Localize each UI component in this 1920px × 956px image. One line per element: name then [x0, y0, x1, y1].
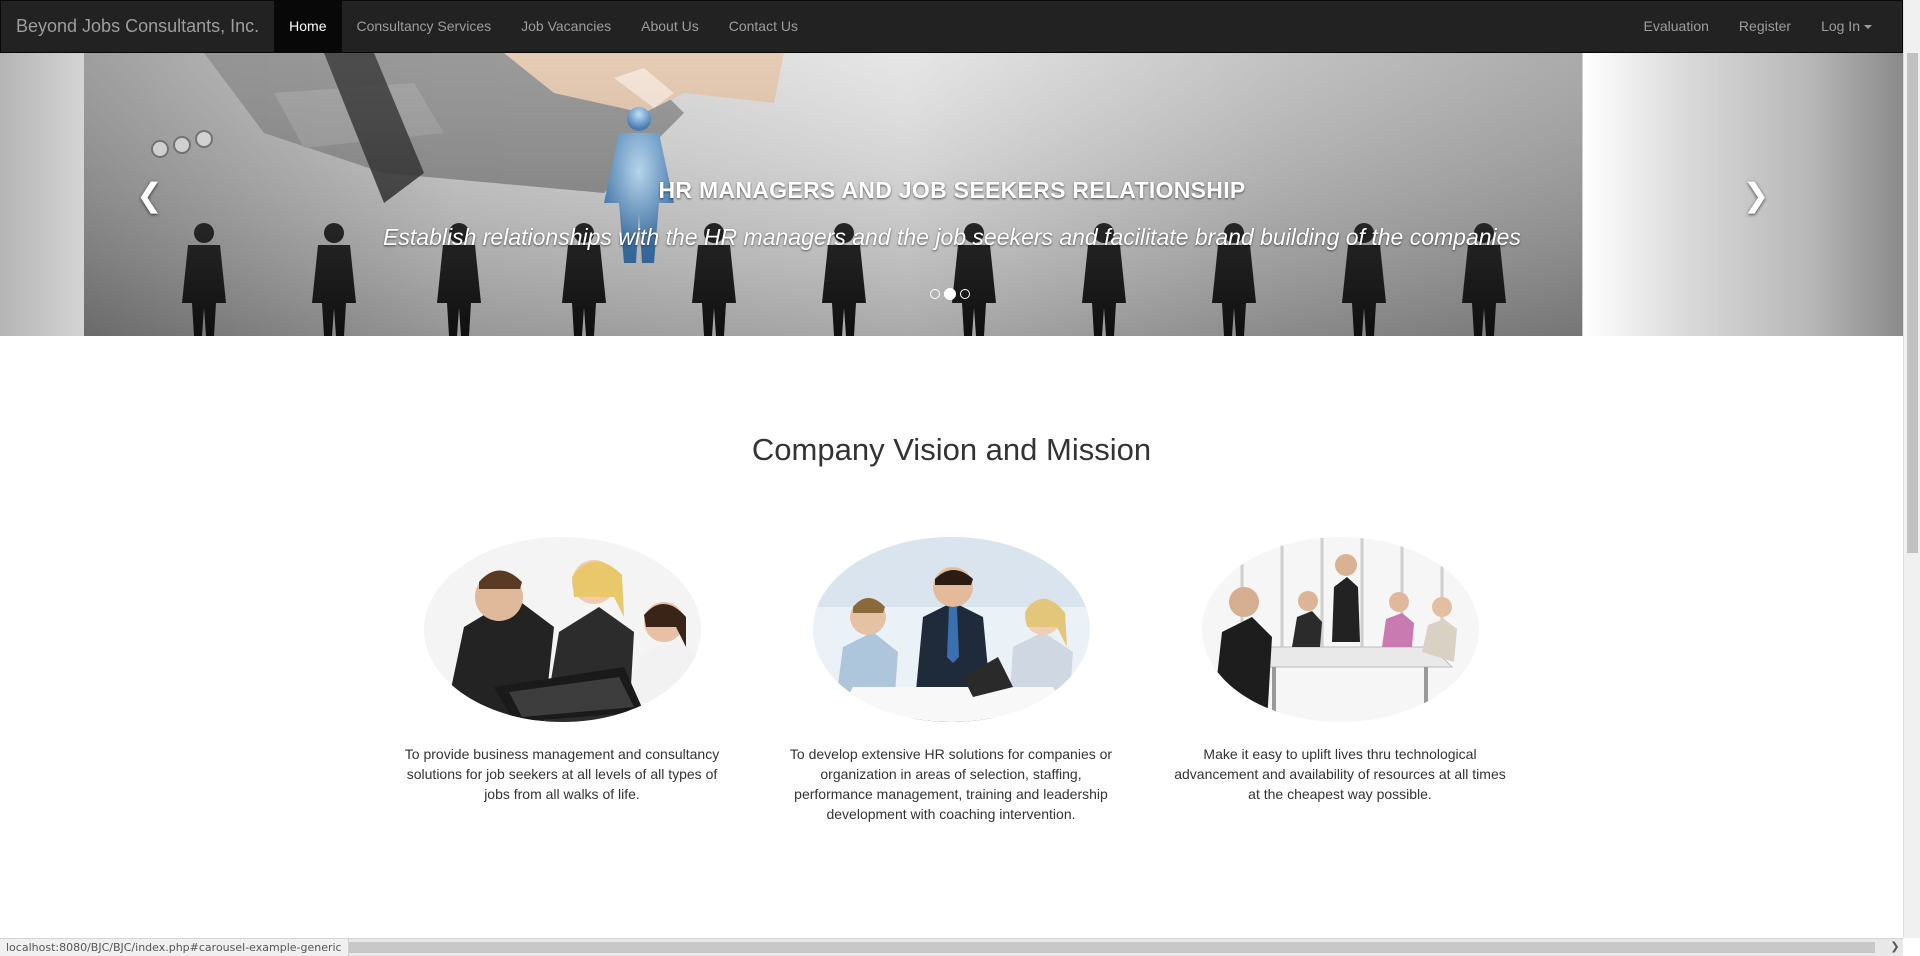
mission-text-3: Make it easy to uplift lives thru techno… — [1174, 746, 1506, 802]
carousel-next-button[interactable]: ❯ — [1696, 53, 1816, 336]
vertical-scrollbar-thumb[interactable] — [1907, 53, 1918, 553]
carousel-caption: HR MANAGERS AND JOB SEEKERS RELATIONSHIP… — [300, 177, 1604, 250]
browser-viewport: Beyond Jobs Consultants, Inc. Home Consu… — [0, 0, 1920, 956]
mission-column-2: To develop extensive HR solutions for co… — [771, 537, 1131, 824]
vertical-scrollbar[interactable] — [1903, 0, 1920, 938]
login-label: Log In — [1821, 18, 1860, 34]
mission-text-1: To provide business management and consu… — [404, 746, 720, 802]
caret-down-icon — [1864, 25, 1872, 30]
account-nav: Evaluation Register Log In — [1629, 1, 1902, 52]
horizontal-scrollbar-thumb[interactable] — [335, 942, 1875, 953]
team-laptop-photo — [423, 537, 701, 722]
page: Beyond Jobs Consultants, Inc. Home Consu… — [0, 0, 1903, 938]
nav-login-dropdown[interactable]: Log In — [1806, 1, 1887, 52]
nav-register[interactable]: Register — [1724, 1, 1806, 52]
browser-status-bar: ❮ ❯ localhost:8080/BJC/BJC/index.php#car… — [0, 938, 1903, 956]
nav-job-vacancies[interactable]: Job Vacancies — [506, 1, 626, 52]
nav-about-us[interactable]: About Us — [626, 1, 714, 52]
carousel-indicators — [930, 288, 970, 300]
mission-text-2: To develop extensive HR solutions for co… — [789, 746, 1113, 822]
mission-column-1: To provide business management and consu… — [382, 537, 742, 804]
status-url: localhost:8080/BJC/BJC/index.php#carouse… — [0, 939, 349, 956]
carousel-caption-heading: HR MANAGERS AND JOB SEEKERS RELATIONSHIP — [658, 177, 1246, 203]
nav-contact-us[interactable]: Contact Us — [714, 1, 813, 52]
chevron-left-icon: ❮ — [136, 176, 163, 213]
top-navbar: Beyond Jobs Consultants, Inc. Home Consu… — [0, 0, 1903, 53]
conference-room-photo — [1201, 537, 1479, 722]
mission-column-3: Make it easy to uplift lives thru techno… — [1160, 537, 1520, 804]
carousel-indicator-2[interactable] — [944, 288, 956, 300]
carousel-indicator-1[interactable] — [930, 289, 940, 299]
section-title: Company Vision and Mission — [751, 432, 1152, 467]
nav-evaluation[interactable]: Evaluation — [1629, 1, 1724, 52]
carousel-caption-text: Establish relationships with the HR mana… — [383, 224, 1521, 250]
chevron-right-icon: ❯ — [1742, 176, 1770, 213]
main-nav: Home Consultancy Services Job Vacancies … — [274, 1, 813, 52]
carousel-prev-button[interactable]: ❮ — [84, 53, 204, 336]
carousel-indicator-3[interactable] — [960, 289, 970, 299]
nav-home[interactable]: Home — [274, 1, 342, 52]
carousel-side-left — [0, 53, 84, 336]
scroll-right-arrow-icon[interactable]: ❯ — [1888, 939, 1902, 956]
meeting-handshake-photo — [812, 537, 1090, 722]
brand-link[interactable]: Beyond Jobs Consultants, Inc. — [1, 1, 274, 52]
nav-consultancy-services[interactable]: Consultancy Services — [342, 1, 507, 52]
